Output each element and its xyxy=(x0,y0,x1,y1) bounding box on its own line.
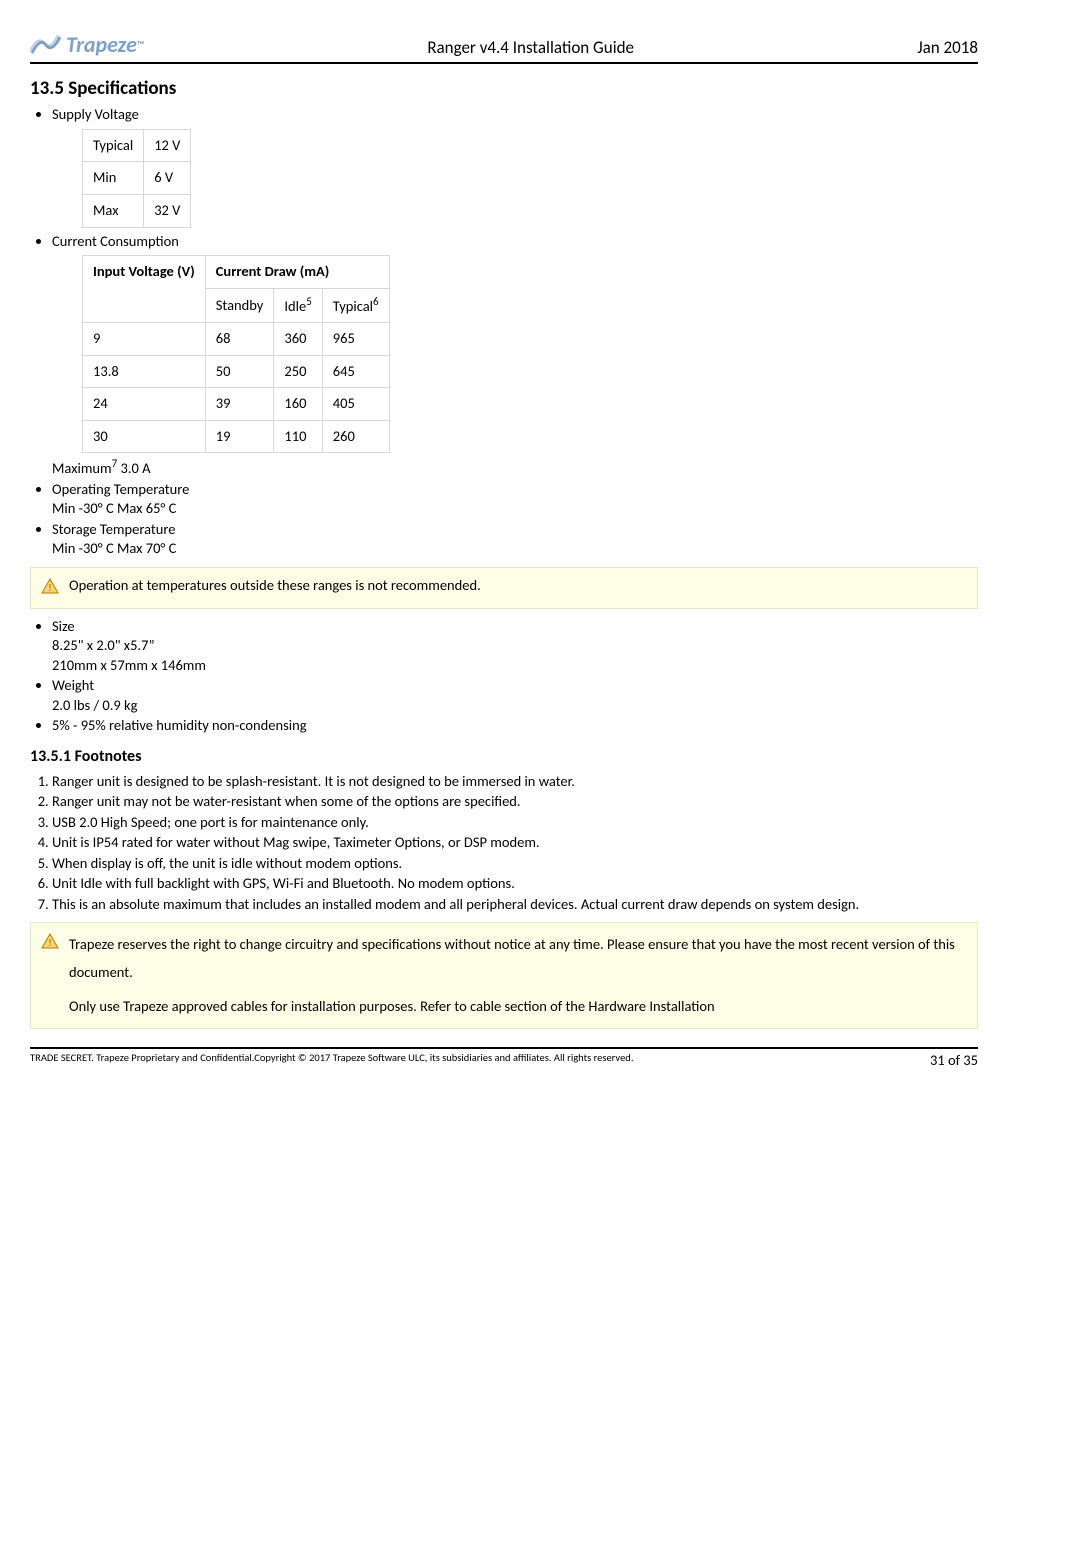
cell: 250 xyxy=(274,355,322,388)
label: Size xyxy=(52,617,75,635)
page-number: 31 of 35 xyxy=(930,1051,978,1071)
footnote-item: Ranger unit may not be water-resistant w… xyxy=(52,792,978,812)
cell: 405 xyxy=(322,388,389,421)
cell: 12 V xyxy=(144,129,191,162)
spec-size: Size 8.25" x 2.0" x5.7” 210mm x 57mm x 1… xyxy=(52,617,978,676)
cell: 32 V xyxy=(144,195,191,228)
warning-box-temp: ! Operation at temperatures outside thes… xyxy=(30,567,978,609)
footer: TRADE SECRET. Trapeze Proprietary and Co… xyxy=(30,1047,978,1071)
current-consumption-label: Current Consumption xyxy=(52,232,179,250)
logo-icon xyxy=(30,33,62,57)
svg-text:!: ! xyxy=(48,581,51,594)
warning-icon: ! xyxy=(41,933,59,955)
value: 210mm x 57mm x 146mm xyxy=(52,656,206,674)
value: 3.0 A xyxy=(117,459,150,477)
label: Operating Temperature xyxy=(52,480,189,498)
cell: 360 xyxy=(274,323,322,356)
cell: 68 xyxy=(205,323,274,356)
label: Storage Temperature xyxy=(52,520,175,538)
footnote-item: Unit Idle with full backlight with GPS, … xyxy=(52,874,978,894)
warning-text: Trapeze reserves the right to change cir… xyxy=(69,931,967,1020)
page-header: Trapeze™ Ranger v4.4 Installation Guide … xyxy=(30,30,978,64)
cell: 24 xyxy=(83,388,206,421)
spec-humidity: 5% - 95% relative humidity non-condensin… xyxy=(52,716,978,736)
cell: Max xyxy=(83,195,144,228)
cell: 965 xyxy=(322,323,389,356)
supply-voltage-label: Supply Voltage xyxy=(52,105,139,123)
cell: 645 xyxy=(322,355,389,388)
value: Min -30° C Max 65° C xyxy=(52,499,176,517)
cell: 19 xyxy=(205,420,274,453)
col-subheader: Standby xyxy=(205,288,274,322)
warning-icon: ! xyxy=(41,578,59,600)
spec-weight: Weight 2.0 lbs / 0.9 kg xyxy=(52,676,978,715)
spec-current-consumption: Current Consumption Input Voltage (V) Cu… xyxy=(52,232,978,479)
label: Maximum xyxy=(52,459,112,477)
cell: 110 xyxy=(274,420,322,453)
value: 2.0 lbs / 0.9 kg xyxy=(52,696,137,714)
footnote-ref: 5 xyxy=(306,295,312,308)
footer-legal: TRADE SECRET. Trapeze Proprietary and Co… xyxy=(30,1051,633,1071)
doc-date: Jan 2018 xyxy=(917,37,978,60)
warning-box-notice: ! Trapeze reserves the right to change c… xyxy=(30,922,978,1029)
cell: Min xyxy=(83,162,144,195)
footnote-item: This is an absolute maximum that include… xyxy=(52,895,978,915)
footnote-item: Unit is IP54 rated for water without Mag… xyxy=(52,833,978,853)
col-header: Input Voltage (V) xyxy=(83,256,206,323)
footnote-item: USB 2.0 High Speed; one port is for main… xyxy=(52,813,978,833)
label: Weight xyxy=(52,676,94,694)
label: Typical xyxy=(333,297,373,315)
cell: 160 xyxy=(274,388,322,421)
footnotes-heading: 13.5.1 Footnotes xyxy=(30,746,978,768)
warning-text: Operation at temperatures outside these … xyxy=(69,576,967,596)
cell: 260 xyxy=(322,420,389,453)
cell: 39 xyxy=(205,388,274,421)
col-subheader: Idle5 xyxy=(274,288,322,322)
supply-voltage-table: Typical12 V Min6 V Max32 V xyxy=(82,129,191,228)
warning-paragraph: Only use Trapeze approved cables for ins… xyxy=(69,993,967,1021)
cell: 13.8 xyxy=(83,355,206,388)
logo: Trapeze™ xyxy=(30,30,144,60)
footnote-ref: 6 xyxy=(373,295,379,308)
cell: 9 xyxy=(83,323,206,356)
cell: 30 xyxy=(83,420,206,453)
footnote-item: When display is off, the unit is idle wi… xyxy=(52,854,978,874)
spec-storage-temp: Storage Temperature Min -30° C Max 70° C xyxy=(52,520,978,559)
logo-text: Trapeze xyxy=(66,30,137,60)
doc-title: Ranger v4.4 Installation Guide xyxy=(427,37,634,60)
cell: 50 xyxy=(205,355,274,388)
cell: 6 V xyxy=(144,162,191,195)
col-header: Current Draw (mA) xyxy=(205,256,389,289)
current-consumption-table: Input Voltage (V) Current Draw (mA) Stan… xyxy=(82,255,390,453)
cell: Typical xyxy=(83,129,144,162)
label: Idle xyxy=(284,297,306,315)
footnotes-list: Ranger unit is designed to be splash-res… xyxy=(52,772,978,915)
section-heading: 13.5 Specifications xyxy=(30,76,978,102)
spec-supply-voltage: Supply Voltage Typical12 V Min6 V Max32 … xyxy=(52,105,978,227)
col-subheader: Typical6 xyxy=(322,288,389,322)
warning-paragraph: Trapeze reserves the right to change cir… xyxy=(69,931,967,986)
footnote-item: Ranger unit is designed to be splash-res… xyxy=(52,772,978,792)
value: Min -30° C Max 70° C xyxy=(52,539,176,557)
value: 8.25" x 2.0" x5.7” xyxy=(52,636,155,654)
maximum-line: Maximum7 3.0 A xyxy=(52,457,978,478)
svg-text:!: ! xyxy=(48,936,51,949)
spec-operating-temp: Operating Temperature Min -30° C Max 65°… xyxy=(52,480,978,519)
